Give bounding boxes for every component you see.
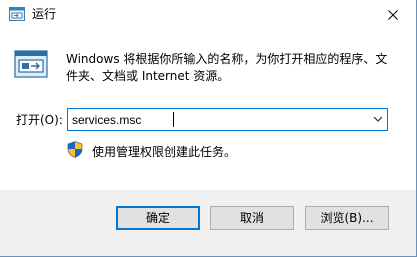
close-icon (388, 9, 398, 20)
run-app-icon (14, 50, 48, 78)
text-caret (173, 112, 174, 127)
run-dialog: 运行 Windows 将根据你所输入的名称，为你打开相应的程序、文件夹、文档或 … (0, 0, 417, 257)
cancel-button[interactable]: 取消 (210, 206, 294, 230)
close-button[interactable] (370, 0, 416, 29)
open-combobox[interactable]: services.msc (67, 108, 388, 131)
browse-button[interactable]: 浏览(B)... (305, 206, 389, 230)
run-app-icon (9, 7, 25, 21)
chevron-down-icon[interactable] (373, 115, 383, 123)
uac-shield-icon (67, 141, 83, 158)
dialog-description: Windows 将根据你所输入的名称，为你打开相应的程序、文件夹、文档或 Int… (66, 52, 388, 83)
ok-button[interactable]: 确定 (116, 206, 200, 230)
open-label: 打开(O): (16, 113, 63, 127)
admin-note: 使用管理权限创建此任务。 (92, 145, 237, 159)
title-bar[interactable]: 运行 (0, 0, 416, 29)
window-title: 运行 (32, 7, 57, 21)
open-input[interactable]: services.msc (72, 112, 141, 128)
